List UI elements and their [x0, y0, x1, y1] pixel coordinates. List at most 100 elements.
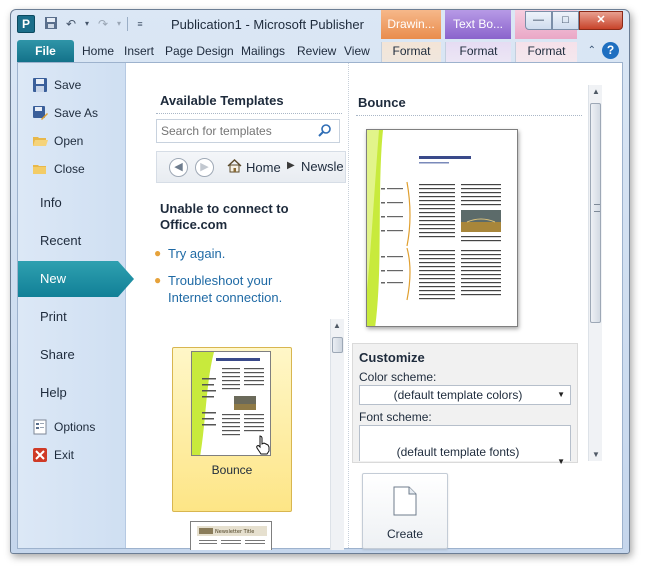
preview-title-divider — [356, 115, 582, 116]
qat-separator — [127, 17, 128, 31]
nav-item-new[interactable]: New — [18, 261, 134, 297]
new-document-icon — [393, 486, 417, 516]
nav-item-help[interactable]: Help — [18, 375, 126, 411]
templates-pane: Available Templates ◀ ▶ Home ▶ Newsle — [126, 63, 348, 550]
font-scheme-label: Font scheme: — [359, 410, 432, 424]
minimize-ribbon-icon[interactable]: ⌃ — [588, 45, 596, 56]
template-preview-image — [366, 129, 518, 327]
try-again-link[interactable]: ● Try again. — [154, 245, 226, 262]
preview-scrollbar[interactable]: ▲ ▼ — [588, 85, 602, 461]
ribbon-tabs: File Home Insert Page Design Mailings Re… — [11, 39, 629, 63]
close-button[interactable]: ✕ — [579, 11, 623, 30]
ribbon-help-area: ⌃ ? — [588, 42, 619, 59]
drawing-tools-header: Drawin... — [381, 10, 441, 39]
close-folder-icon — [32, 161, 48, 177]
nav-save[interactable]: Save — [32, 77, 81, 93]
template-tile-second[interactable]: Newsletter Title — [190, 521, 272, 550]
breadcrumb-separator-icon: ▶ — [287, 160, 295, 171]
second-template-thumbnail: Newsletter Title — [190, 521, 272, 550]
nav-close[interactable]: Close — [32, 161, 85, 177]
template-tile-bounce[interactable]: Bounce — [172, 347, 292, 512]
preview-divider — [348, 63, 349, 548]
nav-item-print[interactable]: Print — [18, 299, 126, 335]
mouse-cursor-hand-icon — [255, 435, 271, 458]
forward-arrow-icon[interactable]: ▶ — [195, 158, 214, 177]
save-icon — [32, 77, 48, 93]
nav-save-as-label: Save As — [54, 106, 99, 120]
template-search-box — [156, 119, 340, 143]
preview-scroll-thumb[interactable] — [590, 103, 601, 323]
nav-open[interactable]: Open — [32, 133, 83, 149]
qat-redo-dropdown-icon[interactable]: ▾ — [115, 16, 123, 32]
home-icon — [227, 159, 242, 176]
nav-exit[interactable]: Exit — [32, 447, 74, 463]
second-template-title: Newsletter Title — [215, 529, 254, 535]
bullet-icon: ● — [154, 273, 162, 287]
breadcrumb-home-label: Home — [246, 160, 281, 175]
available-templates-title: Available Templates — [160, 93, 284, 108]
templates-scrollbar[interactable]: ▲ — [330, 319, 344, 550]
template-search-input[interactable] — [157, 120, 313, 142]
preview-scroll-up-icon[interactable]: ▲ — [592, 87, 600, 96]
tab-page-design[interactable]: Page Design — [160, 42, 239, 62]
back-arrow-icon[interactable]: ◀ — [169, 158, 188, 177]
qat-customize-icon[interactable]: ≡ — [132, 16, 148, 32]
nav-save-as[interactable]: Save As — [32, 105, 98, 121]
font-scheme-dropdown[interactable]: (default template fonts) ▼ — [359, 425, 571, 466]
save-as-icon — [32, 105, 48, 121]
tab-drawing-format[interactable]: Format — [381, 42, 441, 62]
tab-home[interactable]: Home — [77, 42, 119, 62]
maximize-button[interactable]: □ — [552, 11, 579, 30]
nav-open-label: Open — [54, 134, 84, 148]
tab-insert[interactable]: Insert — [119, 42, 159, 62]
qat-undo-dropdown-icon[interactable]: ▾ — [83, 16, 91, 32]
options-icon — [32, 419, 48, 435]
nav-options-label: Options — [54, 420, 96, 434]
publisher-app-icon[interactable]: P — [17, 15, 35, 33]
tab-picture-format[interactable]: Format — [515, 42, 577, 62]
preview-scroll-down-icon[interactable]: ▼ — [592, 450, 600, 459]
tab-textbox-format[interactable]: Format — [445, 42, 511, 62]
exit-icon — [32, 447, 48, 463]
scroll-up-arrow-icon[interactable]: ▲ — [333, 321, 341, 330]
nav-item-share[interactable]: Share — [18, 337, 126, 373]
nav-save-label: Save — [54, 78, 82, 92]
minimize-button[interactable]: — — [525, 11, 552, 30]
tab-mailings[interactable]: Mailings — [236, 42, 290, 62]
color-scheme-label: Color scheme: — [359, 370, 437, 384]
search-icon[interactable] — [318, 123, 334, 139]
troubleshoot-link[interactable]: ● Troubleshoot your Internet connection. — [154, 272, 308, 306]
chevron-down-icon: ▼ — [557, 390, 565, 399]
qat-undo-icon[interactable]: ↶ — [63, 16, 79, 32]
preview-pane: Bounce ▲ ▼ Customize Color scheme: (defa… — [348, 63, 624, 549]
nav-options[interactable]: Options — [32, 419, 95, 435]
color-scheme-value: (default template colors) — [393, 388, 523, 402]
tab-file[interactable]: File — [17, 40, 74, 63]
connection-error-title: Unable to connect to Office.com — [160, 201, 289, 232]
backstage-view: Save Save As Open Close Info Recent New … — [17, 62, 624, 550]
templates-scroll-thumb[interactable] — [332, 337, 343, 353]
template-breadcrumb: ◀ ▶ Home ▶ Newsle — [156, 151, 346, 183]
nav-item-recent[interactable]: Recent — [18, 223, 126, 259]
tab-view[interactable]: View — [339, 42, 375, 62]
try-again-label: Try again. — [168, 246, 226, 261]
breadcrumb-newsletters[interactable]: Newsle — [301, 159, 344, 174]
backstage-nav: Save Save As Open Close Info Recent New … — [18, 63, 134, 548]
text-box-tools-header: Text Bo... — [445, 10, 511, 39]
qat-save-icon[interactable] — [43, 16, 59, 32]
help-icon[interactable]: ? — [602, 42, 619, 59]
color-scheme-dropdown[interactable]: (default template colors) ▼ — [359, 385, 571, 405]
chevron-down-icon: ▼ — [557, 457, 565, 466]
nav-item-info[interactable]: Info — [18, 185, 126, 221]
tab-review[interactable]: Review — [292, 42, 341, 62]
nav-exit-label: Exit — [54, 448, 75, 462]
title-bar: P ↶ ▾ ↷ ▾ ≡ Publication1 - Microsoft Pub… — [11, 10, 629, 39]
customize-title: Customize — [359, 350, 425, 365]
create-button[interactable]: Create — [362, 473, 448, 549]
breadcrumb-home[interactable]: Home — [227, 159, 281, 176]
preview-title: Bounce — [358, 95, 406, 110]
qat-redo-icon[interactable]: ↷ — [95, 16, 111, 32]
quick-access-toolbar: ↶ ▾ ↷ ▾ ≡ — [43, 16, 148, 32]
scroll-grip-icon — [594, 204, 600, 212]
publisher-window: P ↶ ▾ ↷ ▾ ≡ Publication1 - Microsoft Pub… — [10, 9, 630, 554]
